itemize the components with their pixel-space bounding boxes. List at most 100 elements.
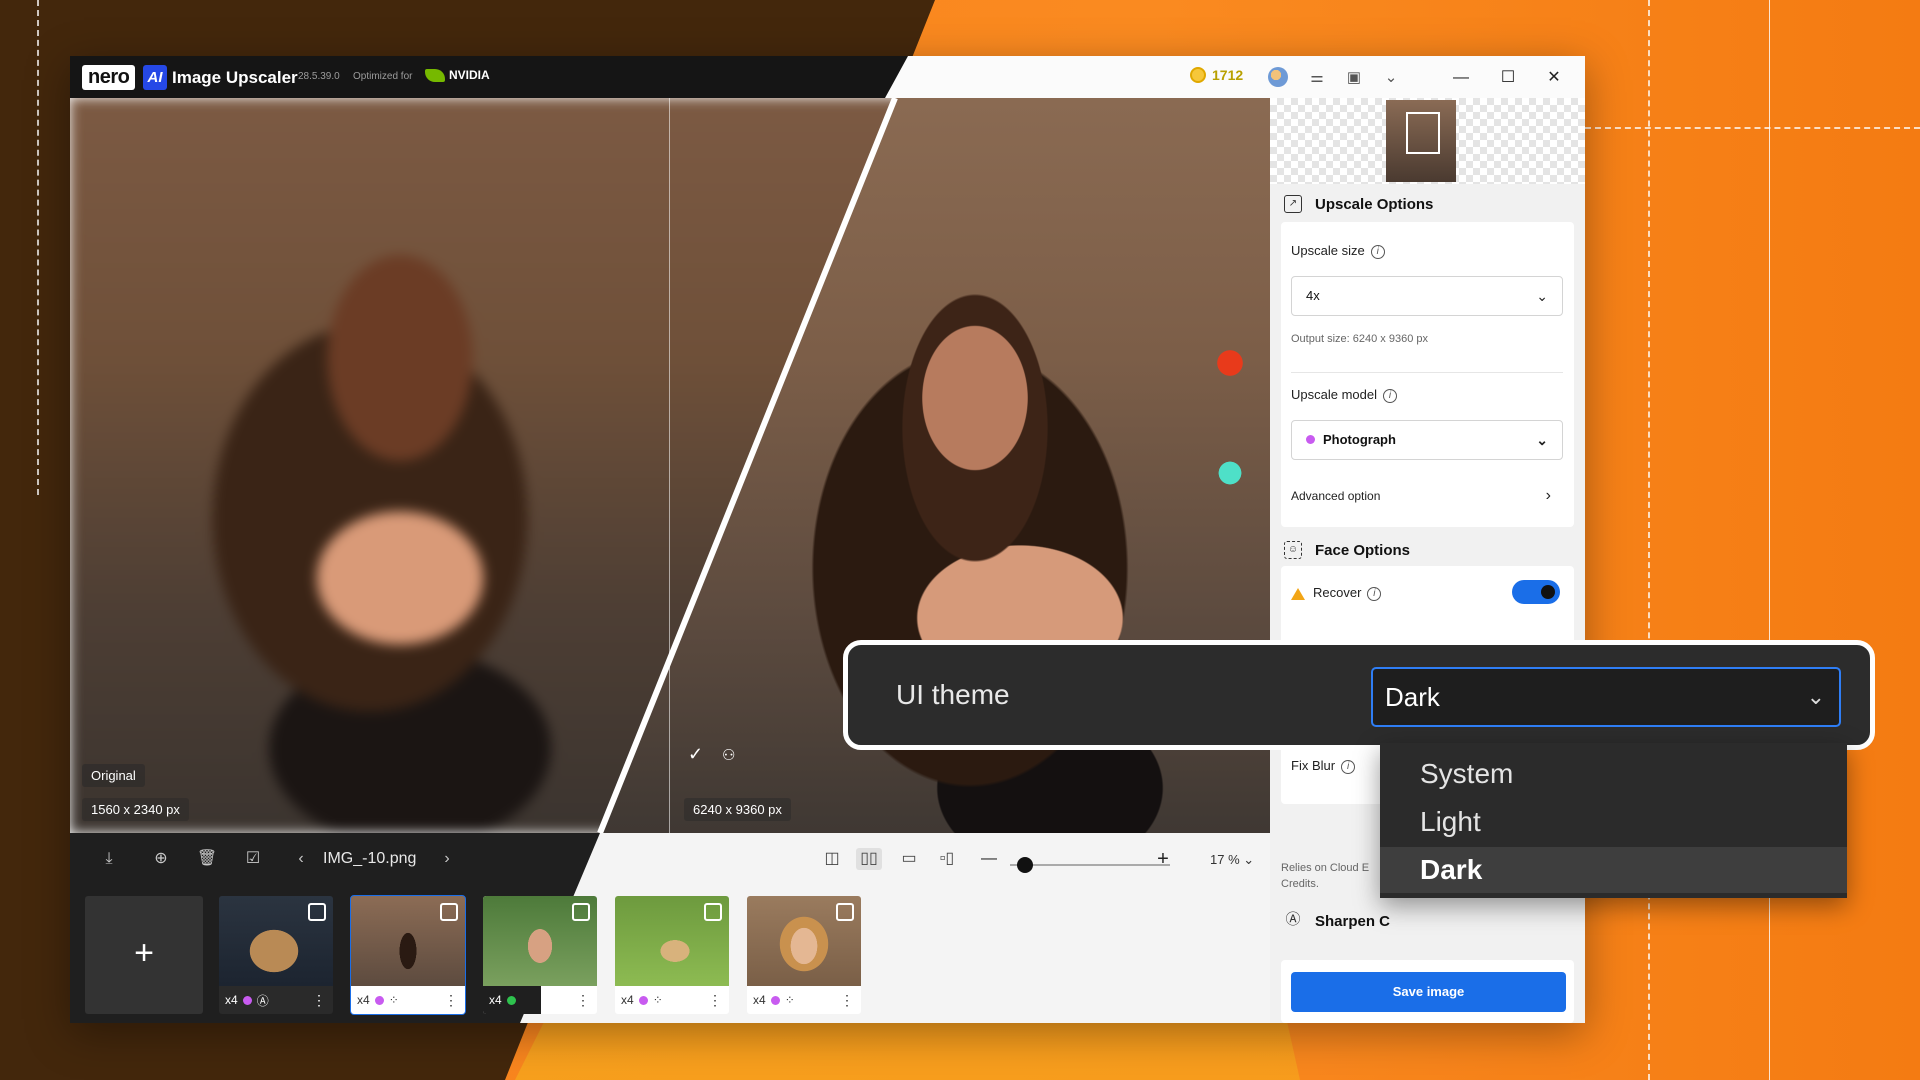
chevron-right-icon: ›: [1545, 487, 1551, 504]
cloud-note-credits: Credits.: [1281, 878, 1319, 890]
thumbnail-checkbox[interactable]: [440, 903, 458, 921]
chevron-down-icon[interactable]: ⌄: [1380, 67, 1402, 89]
chevron-down-icon: ⌄: [1536, 288, 1548, 304]
more-options-icon[interactable]: ⋮: [708, 992, 722, 1009]
previous-image-button[interactable]: ‹: [290, 848, 312, 870]
trash-icon[interactable]: 🗑: [196, 848, 218, 870]
select-all-icon[interactable]: ☑: [242, 848, 264, 870]
thumbnail-info: x4: [483, 986, 541, 1014]
app-version: 28.5.39.0: [298, 71, 340, 82]
next-image-button[interactable]: ›: [436, 848, 458, 870]
thumbnail-checkbox[interactable]: [308, 903, 326, 921]
ui-theme-label: UI theme: [896, 679, 1010, 710]
app-title: Image Upscaler: [172, 68, 298, 87]
thumbnail-checkbox[interactable]: [572, 903, 590, 921]
nero-logo: nero: [82, 65, 136, 90]
zoom-slider-handle[interactable]: [1017, 857, 1033, 873]
maximize-button[interactable]: ☐: [1493, 66, 1523, 90]
upscale-size-value: 4x: [1306, 288, 1320, 303]
thumbnail-item[interactable]: x4 ⁘ ⋮: [747, 896, 861, 1014]
settings-sliders-icon[interactable]: ⚌: [1306, 67, 1328, 89]
add-image-button[interactable]: +: [85, 896, 203, 1014]
ui-theme-value: Dark: [1385, 682, 1440, 712]
cloud-note: Relies on Cloud E: [1281, 862, 1370, 874]
compare-view-icon[interactable]: ▫▯: [934, 848, 960, 870]
thumbnail-item[interactable]: x4 ⁘ ⋮: [350, 895, 466, 1015]
model-dot-icon: [506, 995, 516, 1005]
advanced-option-label: Advanced option: [1291, 489, 1381, 503]
more-options-icon[interactable]: ⋮: [576, 992, 590, 1009]
upscale-size-select[interactable]: 4x ⌄: [1291, 276, 1563, 316]
output-size: Output size: 6240 x 9360 px: [1291, 333, 1428, 345]
more-options-icon[interactable]: ⋮: [444, 992, 458, 1009]
nvidia-label: NVIDIA: [449, 68, 490, 82]
divider: [1291, 372, 1563, 373]
upscale-size-text: Upscale size: [1291, 243, 1365, 258]
side-by-side-view-icon[interactable]: ▯▯: [856, 848, 882, 870]
model-dot-icon: [770, 995, 780, 1005]
credits-counter[interactable]: 1712: [1190, 67, 1243, 83]
upscale-options-card: Upscale size i 4x ⌄ Output size: 6240 x 93…: [1281, 222, 1574, 527]
theme-option-light[interactable]: Light: [1380, 799, 1847, 845]
face-icon: ⁘: [388, 993, 399, 1007]
guide-line: [1769, 0, 1770, 1080]
face-scan-icon: ☺: [1284, 541, 1302, 559]
upscale-model-select[interactable]: Photograph ⌄: [1291, 420, 1563, 460]
fix-blur-label: Fix Blur i: [1291, 758, 1356, 774]
thumbnail-scale: x4: [357, 993, 370, 1007]
thumbnail-item[interactable]: x4 ⋮: [483, 896, 597, 1014]
dashed-line: [1585, 127, 1920, 129]
minimize-button[interactable]: —: [1446, 66, 1476, 90]
add-circle-icon[interactable]: ⊕: [150, 848, 172, 870]
info-icon[interactable]: i: [1370, 244, 1385, 259]
avatar-icon: [1268, 67, 1288, 87]
thumbnail-scale: x4: [225, 993, 238, 1007]
single-view-icon[interactable]: ▭: [896, 848, 922, 870]
current-filename: IMG_-10.png: [323, 850, 417, 867]
upscale-options-title: Upscale Options: [1315, 196, 1434, 213]
more-options-icon[interactable]: ⋮: [312, 992, 326, 1009]
account-avatar[interactable]: [1268, 67, 1290, 89]
info-icon[interactable]: i: [1341, 759, 1356, 774]
nvidia-logo: NVIDIA: [425, 68, 490, 82]
close-button[interactable]: ✕: [1539, 66, 1569, 90]
theme-option-dark[interactable]: Dark: [1380, 847, 1847, 893]
thumbnail-checkbox[interactable]: [836, 903, 854, 921]
model-dot-icon: [242, 995, 252, 1005]
thumbnail-checkbox[interactable]: [704, 903, 722, 921]
thumbnail-item[interactable]: x4 ⁘ ⋮: [615, 896, 729, 1014]
zoom-level[interactable]: 17 % ⌄: [1210, 852, 1254, 868]
thumbnail-item[interactable]: x4 Ⓐ ⋮: [219, 896, 333, 1014]
original-label: Original: [82, 764, 145, 787]
credits-value: 1712: [1212, 67, 1244, 83]
save-image-button[interactable]: Save image: [1291, 972, 1566, 1012]
navigator-viewport[interactable]: [1406, 112, 1440, 154]
coin-icon: [1190, 67, 1206, 83]
split-view-icon[interactable]: ◫: [819, 848, 845, 870]
info-icon[interactable]: i: [1367, 586, 1382, 601]
sharpen-icon: Ⓐ: [256, 993, 269, 1008]
optimized-for-label: Optimized for: [353, 71, 413, 82]
zoom-out-button[interactable]: —: [976, 848, 1002, 870]
model-dot-icon: [374, 995, 384, 1005]
thumbnail-scale: x4: [621, 993, 634, 1007]
compare-divider[interactable]: [669, 98, 670, 833]
zoom-in-button[interactable]: +: [1150, 848, 1176, 870]
info-icon[interactable]: i: [1383, 388, 1397, 403]
ui-theme-menu: System Light Dark: [1380, 743, 1847, 898]
nvidia-eye-icon: [425, 68, 445, 82]
check-icon[interactable]: ✓: [688, 744, 703, 765]
download-icon[interactable]: ⤓: [98, 848, 120, 870]
sharpen-title: Sharpen C: [1315, 913, 1391, 930]
more-options-icon[interactable]: ⋮: [840, 992, 854, 1009]
ui-theme-select[interactable]: Dark ⌄: [1371, 667, 1841, 727]
theme-option-system[interactable]: System: [1380, 751, 1847, 797]
zoom-slider[interactable]: [1010, 864, 1170, 866]
compare-icon[interactable]: ⚇: [722, 746, 735, 764]
recover-toggle[interactable]: [1512, 580, 1560, 604]
original-size: 1560 x 2340 px: [82, 798, 189, 821]
face-icon: ⁘: [784, 993, 795, 1007]
dashed-line: [1648, 0, 1650, 1080]
gift-icon[interactable]: ▣: [1343, 67, 1365, 89]
advanced-option-row[interactable]: Advanced option ›: [1291, 484, 1563, 508]
